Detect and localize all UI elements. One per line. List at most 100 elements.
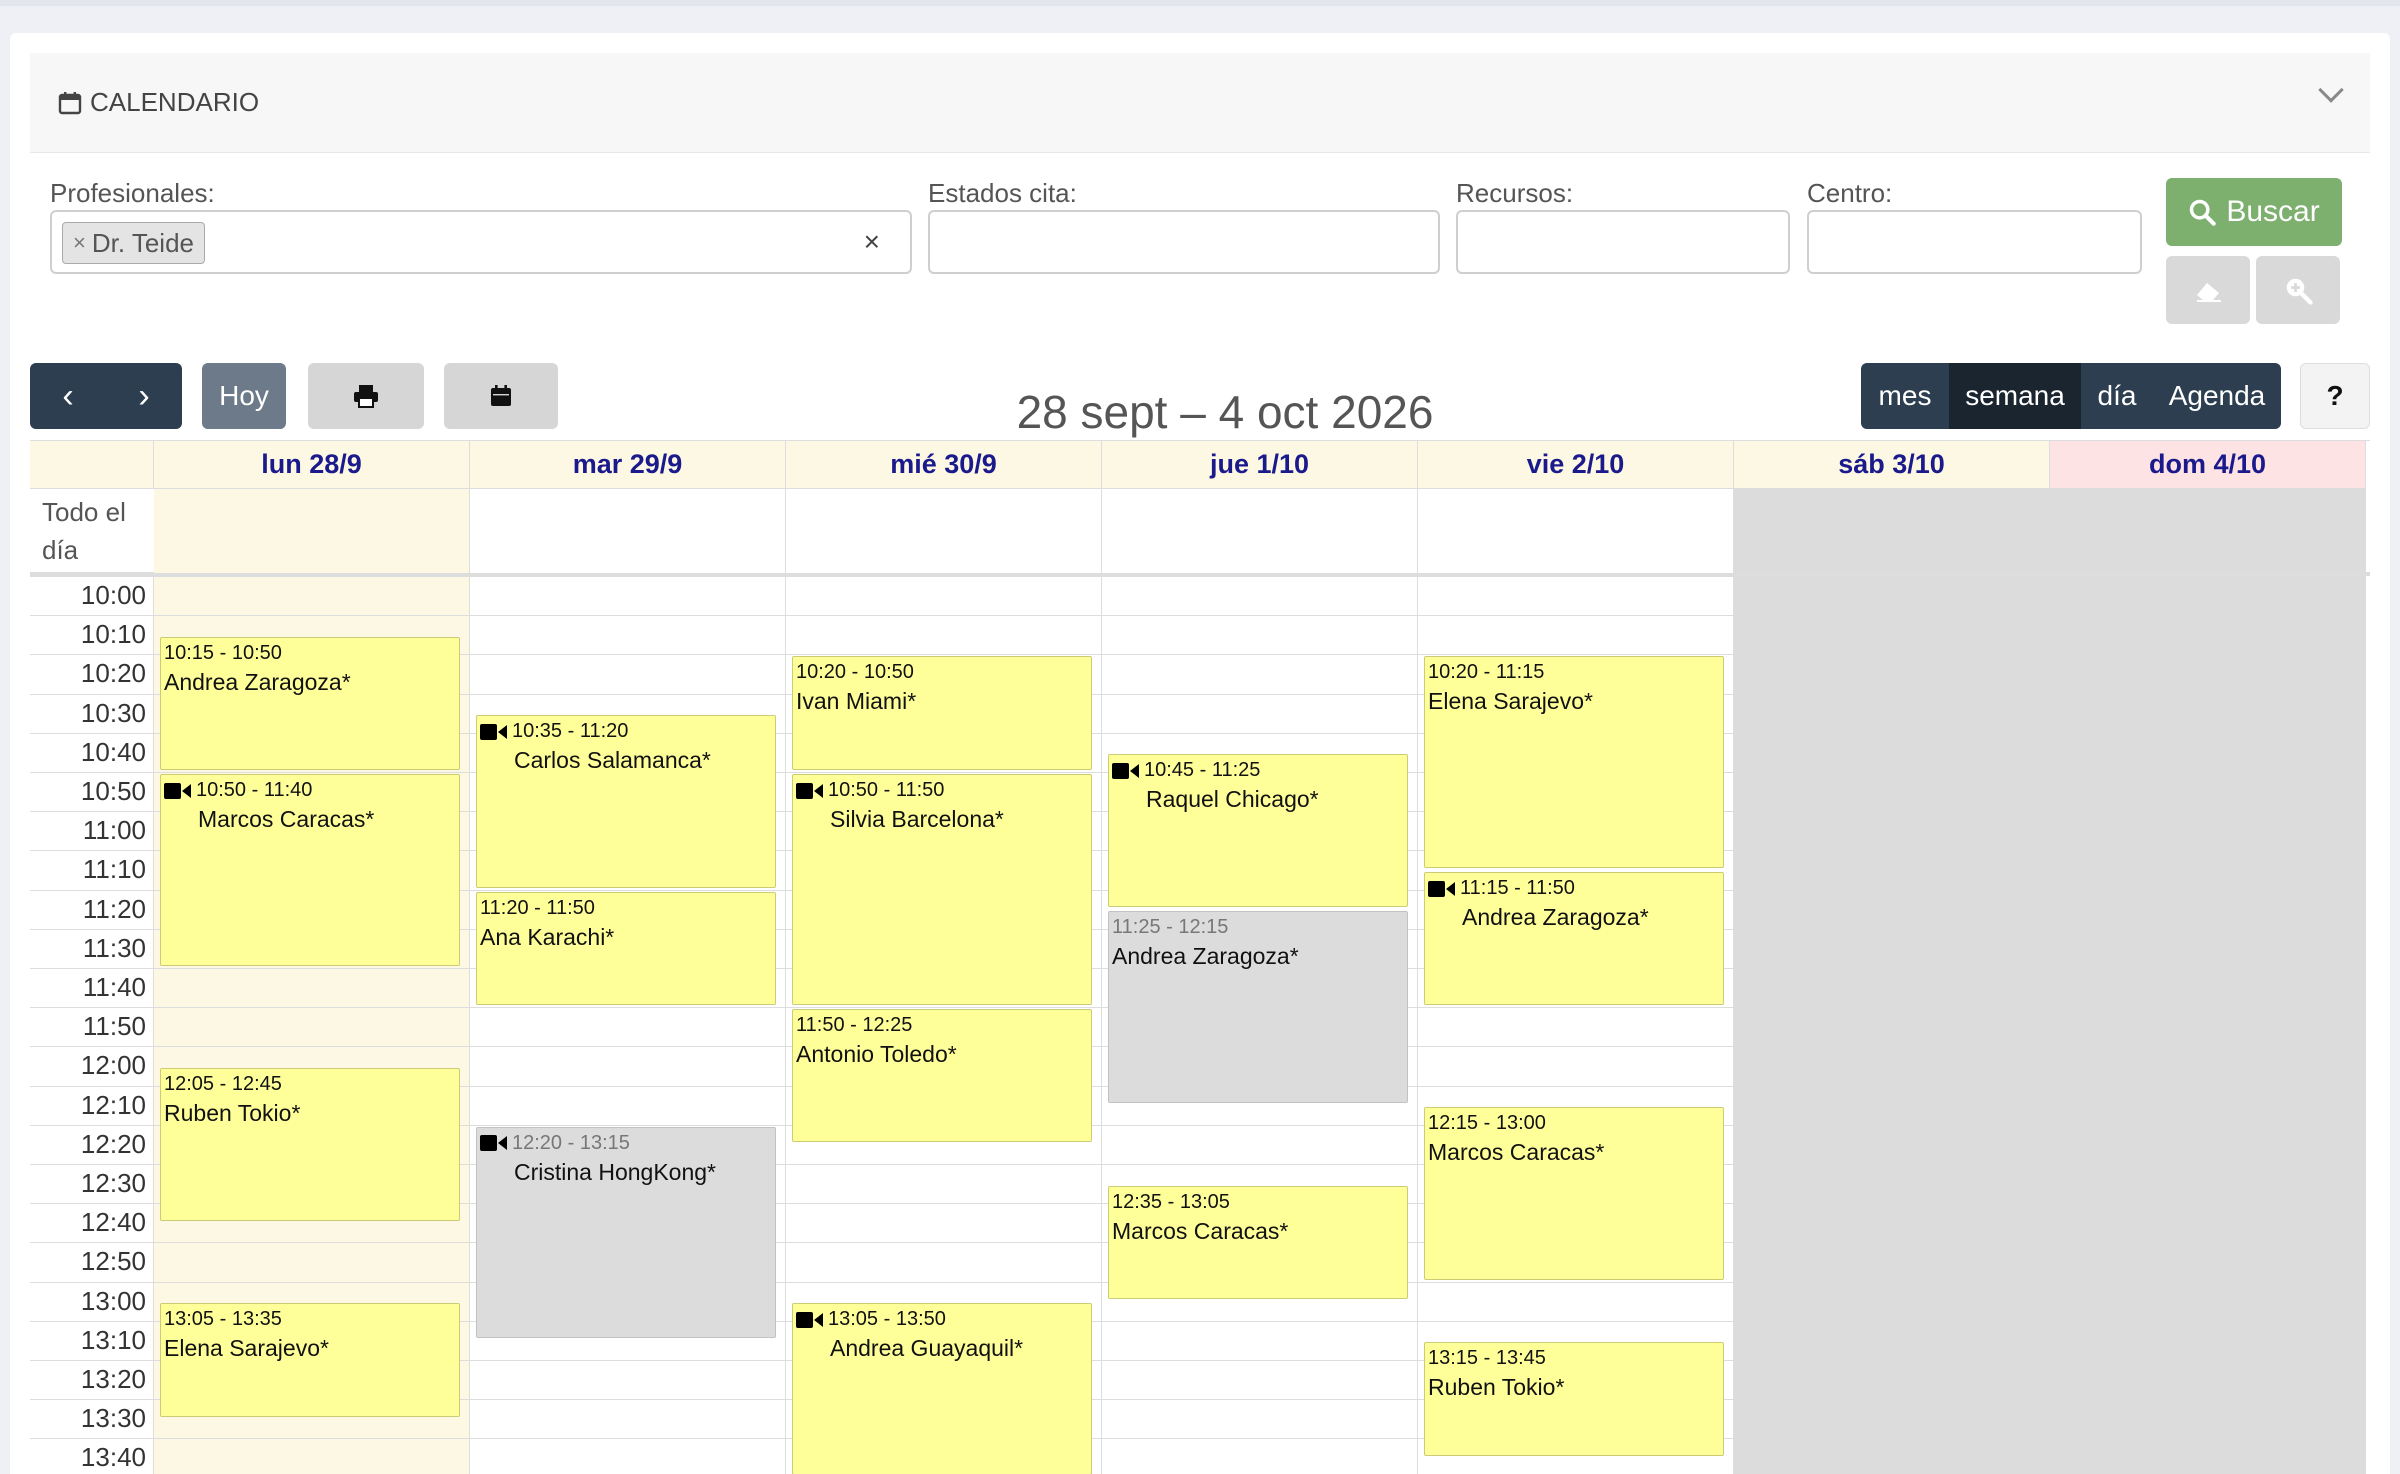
header-corner [30, 441, 154, 489]
view-semana-button[interactable]: semana [1949, 363, 2081, 429]
day-header[interactable]: sáb 3/10 [1734, 441, 2050, 489]
appointment-event[interactable]: 10:35 - 11:20 Carlos Salamanca* [476, 715, 776, 888]
appointment-time-text: 12:20 - 13:15 [512, 1131, 630, 1154]
all-day-label: Todo el día [42, 497, 126, 565]
clear-selection-icon[interactable]: × [864, 226, 880, 258]
zoom-button[interactable] [2256, 256, 2340, 324]
calendar-icon [491, 385, 511, 406]
appointment-time: 12:05 - 12:45 [164, 1073, 456, 1096]
appointment-time-text: 13:05 - 13:50 [828, 1308, 946, 1331]
day-header[interactable]: lun 28/9 [154, 441, 470, 489]
appointment-time-text: 11:50 - 12:25 [796, 1014, 913, 1037]
video-camera-icon [796, 782, 824, 799]
appointment-patient-name: Ana Karachi* [480, 923, 615, 950]
time-label: 10:00 [80, 580, 146, 610]
appointment-patient-name: Ruben Tokio* [164, 1100, 301, 1126]
appointment-event[interactable]: 10:50 - 11:40 Marcos Caracas* [160, 774, 460, 966]
time-label: 13:10 [80, 1324, 146, 1355]
appointment-event[interactable]: 10:15 - 10:50 Andrea Zaragoza* [160, 636, 460, 770]
prev-week-button[interactable]: ‹ [30, 379, 106, 413]
appointment-event[interactable]: 11:15 - 11:50 Andrea Zaragoza* [1424, 872, 1724, 1006]
appointment-time-text: 10:50 - 11:50 [828, 779, 945, 801]
slot-line [30, 615, 1734, 617]
appointment-event[interactable]: 12:15 - 13:00 Marcos Caracas* [1424, 1107, 1724, 1280]
next-week-button[interactable]: › [106, 379, 182, 413]
date-picker-button[interactable] [444, 363, 558, 429]
tag-remove-icon[interactable]: × [73, 230, 86, 256]
appointment-event[interactable]: 10:20 - 10:50 Ivan Miami* [792, 656, 1092, 770]
clear-filters-button[interactable] [2166, 256, 2250, 324]
appointment-patient-name: Raquel Chicago* [1146, 786, 1319, 813]
appointment-event[interactable]: 12:05 - 12:45 Ruben Tokio* [160, 1068, 460, 1221]
print-icon [354, 385, 378, 408]
appointment-event[interactable]: 13:15 - 13:45 Ruben Tokio* [1424, 1342, 1724, 1456]
profesional-tag[interactable]: × Dr. Teide [62, 222, 205, 264]
time-label: 13:20 [80, 1364, 146, 1394]
all-day-cell[interactable] [786, 489, 1102, 573]
profesionales-select[interactable]: × Dr. Teide × [50, 210, 912, 274]
print-button[interactable] [308, 363, 424, 429]
day-column[interactable] [2050, 576, 2366, 1474]
time-label: 13:00 [80, 1285, 146, 1316]
appointment-event[interactable]: 11:25 - 12:15 Andrea Zaragoza* [1108, 911, 1408, 1104]
today-button[interactable]: Hoy [202, 363, 286, 429]
appointment-event[interactable]: 12:20 - 13:15 Cristina HongKong* [476, 1126, 776, 1339]
top-bar [0, 0, 2400, 6]
view-agenda-button[interactable]: Agenda [2153, 363, 2281, 429]
panel-header[interactable]: CALENDARIO [30, 53, 2370, 153]
all-day-cell[interactable] [1418, 489, 1734, 573]
time-label: 12:40 [80, 1207, 146, 1238]
appointment-time-text: 10:35 - 11:20 [512, 720, 629, 743]
centro-select[interactable] [1807, 210, 2142, 274]
time-label: 13:40 [80, 1442, 146, 1473]
time-label: 10:20 [80, 658, 146, 689]
all-day-cell[interactable] [1734, 489, 2050, 573]
appointment-event[interactable]: 11:50 - 12:25 Antonio Toledo* [792, 1009, 1092, 1143]
appointment-time-text: 11:25 - 12:15 [1112, 916, 1229, 939]
appointment-time-text: 13:05 - 13:35 [164, 1308, 282, 1331]
appointment-patient-name: Marcos Caracas* [1428, 1139, 1605, 1166]
appointment-event[interactable]: 12:35 - 13:05 Marcos Caracas* [1108, 1185, 1408, 1300]
profesionales-label: Profesionales: [50, 178, 215, 208]
appointment-patient-name: Ivan Miami* [796, 688, 917, 715]
time-label: 11:50 [82, 1011, 146, 1042]
day-column[interactable] [1734, 576, 2050, 1474]
appointment-event[interactable]: 11:20 - 11:50 Ana Karachi* [476, 891, 776, 1006]
day-header[interactable]: jue 1/10 [1102, 441, 1418, 489]
day-header[interactable]: mar 29/9 [470, 441, 786, 489]
all-day-cell[interactable] [1102, 489, 1418, 573]
day-column[interactable] [470, 576, 786, 1474]
appointment-event[interactable]: 10:50 - 11:50 Silvia Barcelona* [792, 774, 1092, 1006]
appointment-time-text: 12:05 - 12:45 [164, 1073, 282, 1095]
day-header[interactable]: mié 30/9 [786, 441, 1102, 489]
appointment-event[interactable]: 10:20 - 11:15 Elena Sarajevo* [1424, 656, 1724, 868]
video-camera-icon [1428, 880, 1456, 897]
estados-cita-select[interactable] [928, 210, 1440, 274]
day-header[interactable]: dom 4/10 [2050, 441, 2366, 489]
help-button[interactable]: ? [2300, 363, 2370, 429]
appointment-time-text: 12:15 - 13:00 [1428, 1112, 1546, 1135]
appointment-time-text: 12:35 - 13:05 [1112, 1190, 1230, 1213]
recursos-label: Recursos: [1456, 178, 1574, 208]
day-header[interactable]: vie 2/10 [1418, 441, 1734, 489]
all-day-cell[interactable] [470, 489, 786, 573]
profesional-tag-label: Dr. Teide [91, 227, 194, 258]
recursos-select[interactable] [1456, 210, 1790, 274]
appointment-event[interactable]: 13:05 - 13:50 Andrea Guayaquil* [792, 1303, 1092, 1474]
appointment-event[interactable]: 13:05 - 13:35 Elena Sarajevo* [160, 1303, 460, 1417]
collapse-chevron-icon[interactable] [2318, 77, 2344, 103]
appointment-time: 12:15 - 13:00 [1428, 1112, 1720, 1135]
time-label: 12:30 [80, 1168, 146, 1198]
all-day-cell[interactable] [2050, 489, 2366, 573]
buscar-button[interactable]: Buscar [2166, 178, 2342, 246]
appointment-patient-name: Andrea Zaragoza* [164, 668, 351, 695]
appointment-patient-name: Andrea Guayaquil* [830, 1335, 1024, 1362]
slot-line [30, 576, 1734, 577]
appointment-time-text: 11:20 - 11:50 [480, 896, 595, 919]
view-mes-button[interactable]: mes [1861, 363, 1949, 429]
video-camera-icon [796, 1311, 824, 1328]
view-dia-button[interactable]: día [2081, 363, 2153, 429]
all-day-cell[interactable] [154, 489, 470, 573]
time-label: 10:30 [80, 697, 146, 728]
appointment-event[interactable]: 10:45 - 11:25 Raquel Chicago* [1108, 754, 1408, 908]
